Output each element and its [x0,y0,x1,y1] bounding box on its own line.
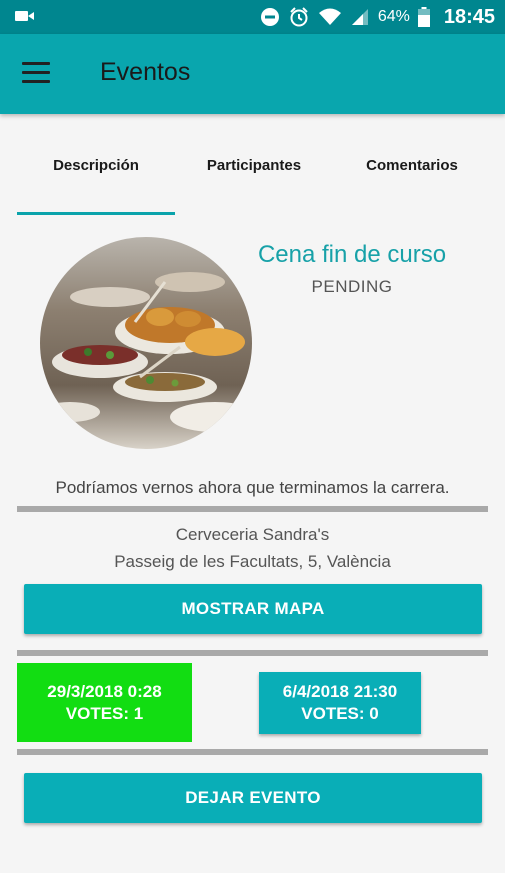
location-name: Cerveceria Sandra's [175,525,330,544]
clock: 18:45 [443,5,495,28]
date-option-votes: VOTES: 1 [65,703,144,723]
battery-icon [417,7,430,27]
tab-comentarios[interactable]: Comentarios [333,114,491,216]
event-title: Cena fin de curso [257,241,447,268]
tab-bar: Descripción Participantes Comentarios [0,114,505,216]
date-option-selected[interactable]: 29/3/2018 0:28 VOTES: 1 [17,663,192,742]
status-bar: 64% 18:45 [0,0,505,34]
divider [17,749,488,755]
event-description: Podríamos vernos ahora que terminamos la… [55,478,450,497]
do-not-disturb-icon [260,8,279,26]
divider [17,650,488,656]
tab-descripcion[interactable]: Descripción [17,114,175,216]
leave-event-button[interactable]: DEJAR EVENTO [24,773,482,823]
tab-participantes[interactable]: Participantes [175,114,333,216]
app-bar: Eventos [0,34,505,114]
tab-selected-indicator [17,212,175,215]
divider [17,506,488,512]
date-option[interactable]: 6/4/2018 21:30 VOTES: 0 [259,672,421,734]
date-option-date: 6/4/2018 21:30 [282,682,398,701]
date-option-date: 29/3/2018 0:28 [47,681,162,701]
location-address: Passeig de les Facultats, 5, València [114,552,391,571]
wifi-icon [318,8,341,25]
event-photo [40,237,252,449]
camera-icon [15,11,34,21]
page-title: Eventos [100,58,191,86]
cell-signal-icon [351,9,368,25]
show-map-button[interactable]: MOSTRAR MAPA [24,584,482,634]
alarm-icon [290,7,308,27]
event-status: PENDING [311,277,393,296]
battery-percent: 64% [377,8,410,25]
hamburger-menu-icon[interactable] [22,62,52,84]
date-option-votes: VOTES: 0 [301,704,379,723]
